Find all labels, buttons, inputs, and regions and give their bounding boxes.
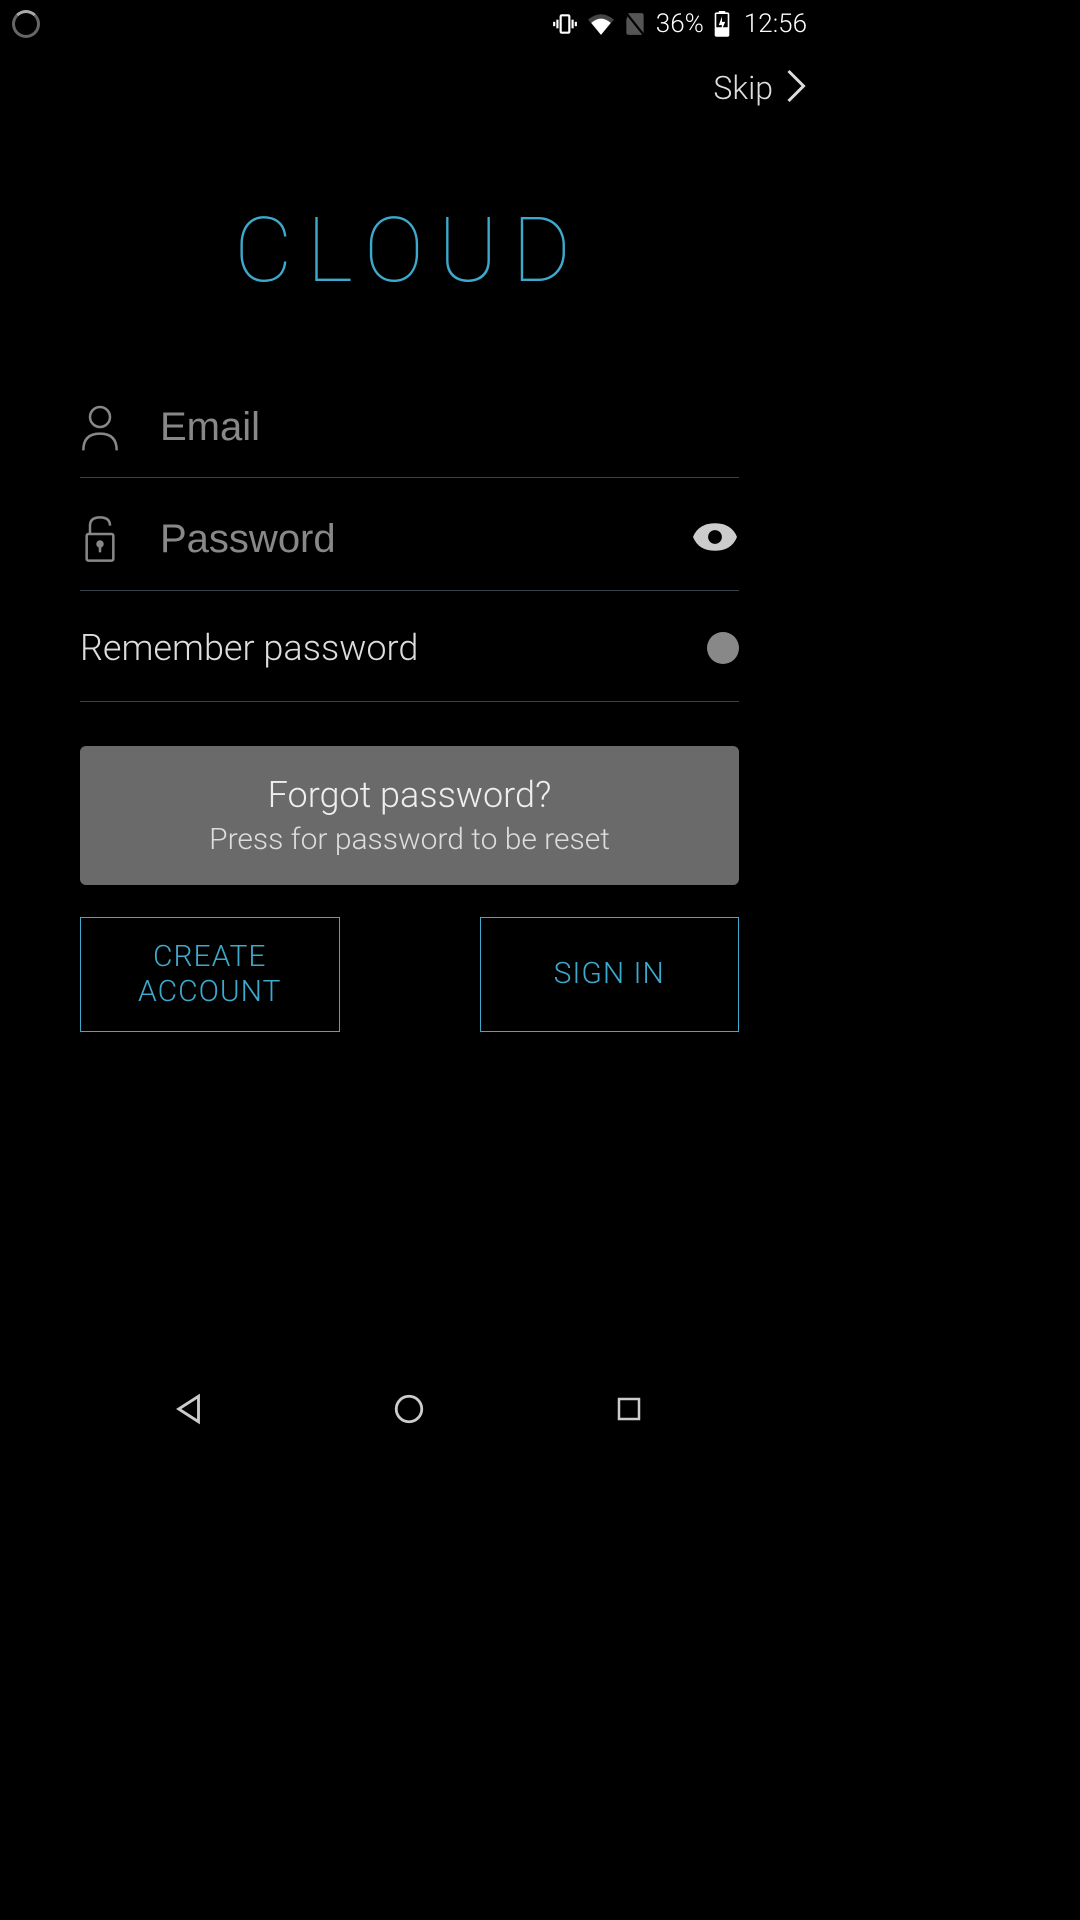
chevron-right-icon [785,68,807,108]
app-title: CLOUD [0,198,819,303]
forgot-subtitle: Press for password to be reset [120,822,699,857]
login-form: Remember password [0,403,819,702]
buttons-row: CREATE ACCOUNT SIGN IN [0,917,819,1032]
remember-toggle[interactable] [679,630,739,666]
email-field[interactable] [124,405,739,450]
vibrate-icon [552,11,578,37]
android-nav-bar [0,1366,819,1456]
password-field[interactable] [124,517,691,562]
loading-spinner-icon [12,10,40,38]
status-left [12,10,40,38]
remember-label: Remember password [80,627,418,669]
sign-in-label: SIGN IN [554,957,665,992]
back-triangle-icon [173,1392,207,1430]
battery-charging-icon [714,11,730,37]
forgot-password-button[interactable]: Forgot password? Press for password to b… [80,746,739,885]
remember-row: Remember password [80,627,739,702]
toggle-knob [707,632,739,664]
nav-back-button[interactable] [160,1381,220,1441]
create-account-button[interactable]: CREATE ACCOUNT [80,917,340,1032]
skip-button[interactable]: Skip [0,48,819,108]
lock-icon [80,514,124,564]
password-row [80,514,739,591]
wifi-icon [588,13,614,35]
email-row [80,403,739,478]
create-account-label: CREATE ACCOUNT [91,940,329,1009]
nav-home-button[interactable] [379,1381,439,1441]
sign-in-button[interactable]: SIGN IN [480,917,740,1032]
skip-label: Skip [713,69,773,107]
recent-square-icon [614,1394,644,1428]
nav-recent-button[interactable] [599,1381,659,1441]
battery-percent: 36% [656,9,704,39]
home-circle-icon [392,1392,426,1430]
show-password-toggle[interactable] [691,522,739,556]
status-bar: 36% 12:56 [0,0,819,48]
status-right: 36% 12:56 [552,9,807,39]
clock: 12:56 [744,9,807,39]
eye-icon [693,522,737,556]
no-sim-icon [624,11,646,37]
forgot-title: Forgot password? [120,774,699,816]
user-icon [80,403,124,451]
